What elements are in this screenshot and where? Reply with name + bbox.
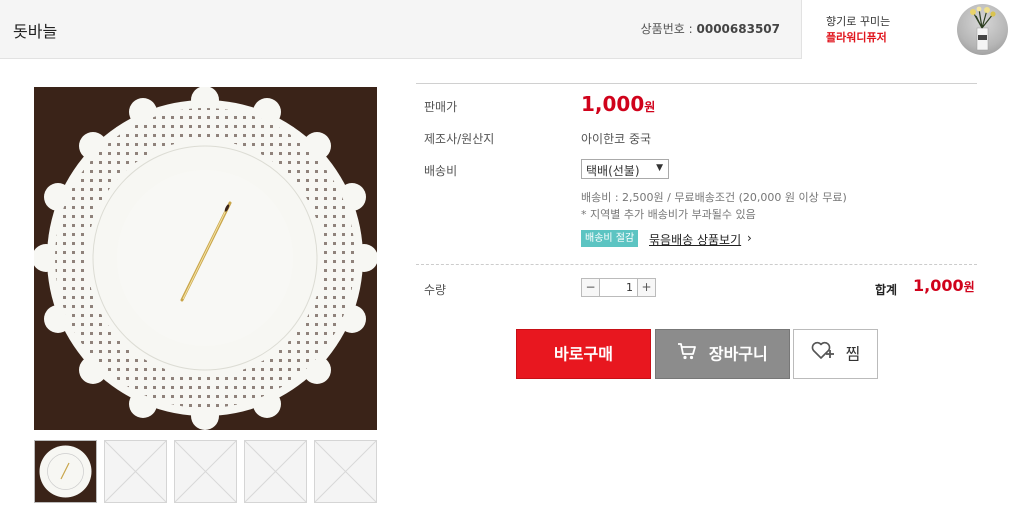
thumbnail-3[interactable] — [174, 440, 237, 503]
wishlist-button[interactable]: 찜 — [793, 329, 878, 379]
shipping-select[interactable]: 택배(선불) ▼ — [581, 159, 669, 179]
product-number: 상품번호 : 0000683507 — [641, 20, 780, 37]
top-bar: 돗바늘 상품번호 : 0000683507 향기로 꾸미는 플라워디퓨저 — [0, 0, 1012, 59]
page-title: 돗바늘 — [13, 22, 58, 41]
total-value: 1,000원 — [913, 276, 975, 295]
price-value: 1,000원 — [581, 92, 655, 116]
price-amount: 1,000 — [581, 92, 645, 116]
thumbnail-4[interactable] — [244, 440, 307, 503]
shipping-label: 배송비 — [424, 164, 458, 178]
doily-photo — [34, 87, 377, 430]
product-number-value: 0000683507 — [696, 22, 781, 36]
product-number-label: 상품번호 : — [640, 22, 693, 36]
shipping-note: * 지역별 추가 배송비가 부과될수 있음 — [581, 208, 756, 221]
total-amount: 1,000 — [913, 276, 964, 295]
buy-now-button[interactable]: 바로구매 — [516, 329, 651, 379]
bundle-shipping-link[interactable]: 묶음배송 상품보기 — [649, 231, 741, 248]
chevron-right-icon: › — [747, 231, 752, 245]
quantity-decrease-button[interactable]: − — [582, 279, 600, 296]
maker-value: 아이한코 중국 — [581, 132, 652, 146]
product-main-image[interactable] — [34, 87, 377, 430]
thumbnail-2[interactable] — [104, 440, 167, 503]
maker-label: 제조사/원산지 — [424, 132, 495, 146]
promo-banner[interactable]: 향기로 꾸미는 플라워디퓨저 — [801, 0, 1012, 59]
divider-dashed — [416, 264, 977, 265]
add-to-cart-button[interactable]: 장바구니 — [655, 329, 790, 379]
add-to-cart-label: 장바구니 — [708, 344, 768, 364]
total-unit: 원 — [963, 280, 975, 294]
price-unit: 원 — [644, 100, 656, 114]
wishlist-label: 찜 — [845, 344, 861, 364]
shipping-select-value: 택배(선불) — [586, 164, 640, 178]
total-label: 합계 — [875, 283, 898, 297]
quantity-increase-button[interactable]: + — [637, 279, 655, 296]
heart-plus-icon — [811, 331, 835, 379]
divider — [416, 83, 977, 84]
dropdown-arrow-icon: ▼ — [656, 163, 663, 173]
quantity-label: 수량 — [424, 283, 447, 297]
quantity-input[interactable]: 1 — [600, 279, 637, 296]
thumbnail-5[interactable] — [314, 440, 377, 503]
promo-text-1: 향기로 꾸미는 — [826, 15, 891, 28]
shipping-saving-badge: 배송비 절감 — [581, 230, 639, 247]
price-label: 판매가 — [424, 100, 458, 114]
shipping-detail: 배송비 : 2,500원 / 무료배송조건 (20,000 원 이상 무료) — [581, 191, 847, 204]
quantity-stepper: − 1 + — [581, 278, 656, 297]
thumbnail-1[interactable] — [34, 440, 97, 503]
cart-icon — [677, 331, 697, 379]
promo-text-2: 플라워디퓨저 — [826, 31, 887, 44]
buy-now-label: 바로구매 — [554, 344, 613, 364]
diffuser-thumbnail — [957, 4, 1008, 55]
